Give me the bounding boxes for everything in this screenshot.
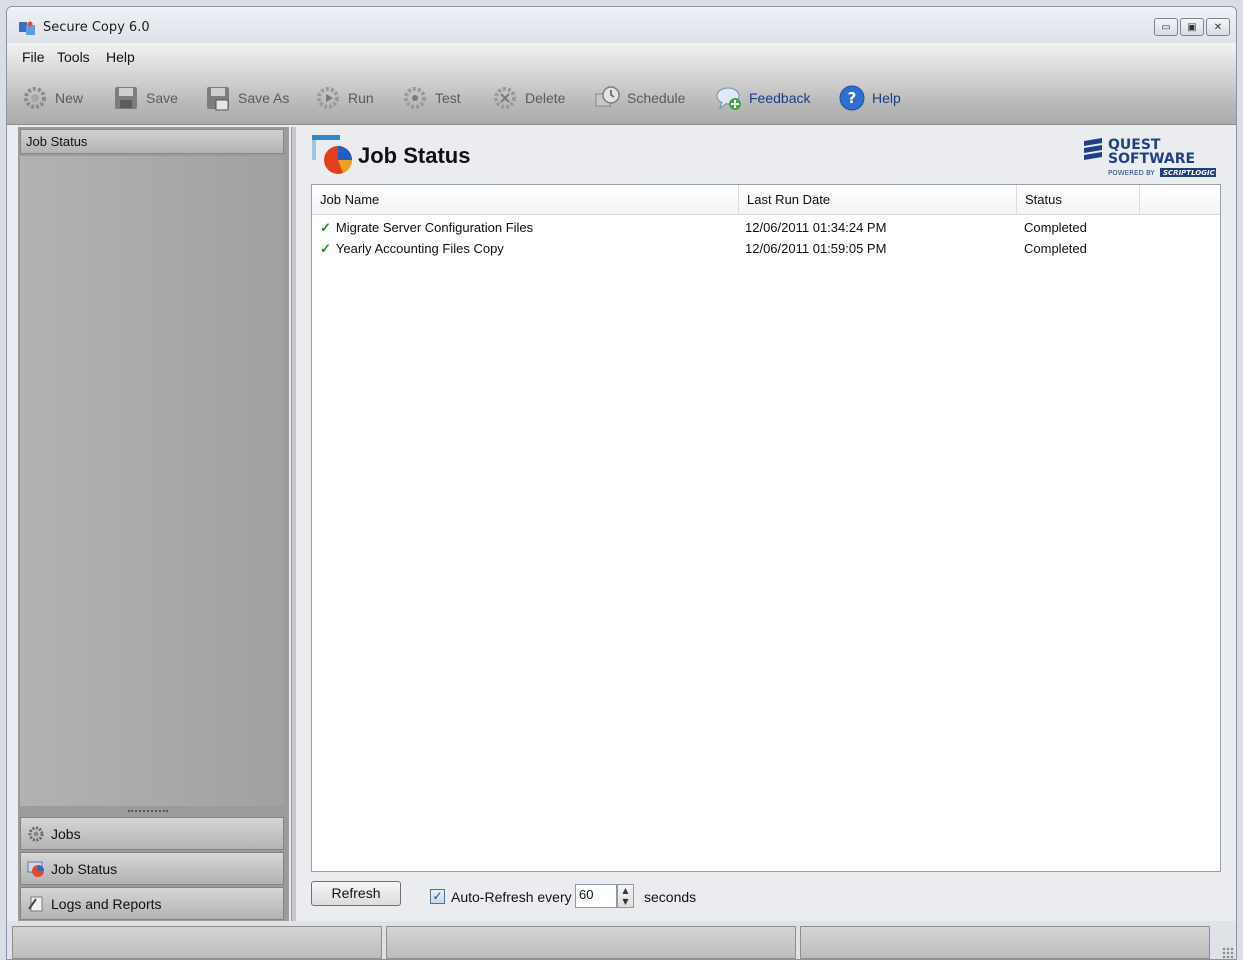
column-job-name[interactable]: Job Name — [312, 185, 739, 214]
menu-bar: File Tools Help — [7, 43, 1236, 73]
job-status-table: Job Name Last Run Date Status ✓ Migrate S… — [311, 184, 1221, 872]
nav-jobs[interactable]: Jobs — [20, 817, 284, 850]
resize-grip-icon[interactable] — [1222, 947, 1234, 959]
quest-software-logo: QUEST SOFTWARE POWERED BY SCRIPTLOGIC — [1084, 137, 1216, 177]
feedback-speech-icon — [716, 87, 741, 110]
column-last-run-date[interactable]: Last Run Date — [739, 185, 1017, 214]
svg-text:POWERED BY: POWERED BY — [1108, 169, 1155, 177]
last-run-date: 12/06/2011 01:59:05 PM — [745, 241, 887, 256]
navigation-panel: Job Status Jobs Job Status Logs and Repo… — [18, 127, 289, 921]
job-status: Completed — [1024, 241, 1087, 256]
menu-tools[interactable]: Tools — [57, 49, 90, 65]
title-bar: Secure Copy 6.0 ▭ ▣ ✕ — [7, 7, 1236, 43]
new-button[interactable]: New — [21, 83, 83, 113]
status-pane-1 — [12, 926, 382, 959]
job-status-icon — [312, 135, 352, 174]
job-status-view: Job Status QUEST SOFTWARE POWERED BY SCR… — [300, 127, 1232, 921]
save-as-icon — [207, 87, 229, 111]
status-bar — [7, 921, 1236, 959]
svg-text:?: ? — [848, 89, 857, 107]
clock-icon — [595, 86, 620, 107]
minimize-button[interactable]: ▭ — [1154, 18, 1178, 36]
gear-icon — [24, 87, 46, 109]
maximize-button[interactable]: ▣ — [1180, 18, 1204, 36]
job-name: Migrate Server Configuration Files — [335, 220, 534, 235]
help-button[interactable]: ? Help — [838, 83, 901, 113]
floppy-disk-icon — [115, 87, 137, 109]
save-button[interactable]: Save — [112, 83, 178, 113]
svg-text:SCRIPTLOGIC: SCRIPTLOGIC — [1163, 169, 1216, 177]
table-row[interactable]: ✓ Yearly Accounting Files Copy 12/06/2011… — [312, 238, 1220, 259]
svg-text:SOFTWARE: SOFTWARE — [1108, 151, 1195, 167]
delete-gear-icon — [494, 87, 516, 109]
panel-resize-grip[interactable] — [128, 810, 168, 814]
app-window: Secure Copy 6.0 ▭ ▣ ✕ File Tools Help Ne… — [6, 6, 1237, 960]
window-title: Secure Copy 6.0 — [43, 20, 150, 35]
run-gear-icon — [317, 87, 339, 109]
last-run-date: 12/06/2011 01:34:24 PM — [745, 220, 887, 235]
status-pane-2 — [386, 926, 796, 959]
auto-refresh-checkbox[interactable]: ✓ — [430, 889, 445, 904]
table-row[interactable]: ✓ Migrate Server Configuration Files 12/0… — [312, 217, 1220, 238]
logs-report-icon — [28, 896, 43, 911]
nav-logs-reports[interactable]: Logs and Reports — [20, 887, 284, 920]
page-title: Job Status — [358, 143, 471, 168]
delete-button[interactable]: Delete — [491, 83, 565, 113]
panel-header: Job Status — [20, 129, 284, 154]
feedback-button[interactable]: Feedback — [715, 83, 810, 113]
checkmark-icon: ✓ — [320, 220, 331, 235]
status-pane-3 — [800, 926, 1210, 959]
gear-icon — [28, 826, 44, 841]
auto-refresh-label: Auto-Refresh every — [451, 889, 572, 905]
help-icon: ? — [839, 85, 865, 111]
job-status: Completed — [1024, 220, 1087, 235]
app-icon — [19, 21, 35, 35]
test-gear-icon — [404, 87, 426, 109]
nav-job-status[interactable]: Job Status — [20, 852, 284, 885]
menu-file[interactable]: File — [22, 49, 45, 65]
job-status-icon — [27, 861, 44, 877]
toolbar: New Save Save As Run Test Delete Schedul… — [7, 73, 1236, 125]
refresh-button[interactable]: Refresh — [311, 881, 401, 906]
schedule-button[interactable]: Schedule — [593, 83, 685, 113]
column-status[interactable]: Status — [1017, 185, 1140, 214]
refresh-interval-input[interactable]: 60 — [575, 884, 617, 908]
test-button[interactable]: Test — [401, 83, 461, 113]
table-header: Job Name Last Run Date Status — [312, 185, 1220, 215]
panel-body — [20, 156, 284, 806]
menu-help[interactable]: Help — [106, 49, 135, 65]
refresh-interval-spinner[interactable]: ▲ ▼ — [617, 884, 634, 908]
job-name: Yearly Accounting Files Copy — [335, 241, 504, 256]
close-button[interactable]: ✕ — [1206, 18, 1230, 36]
save-as-button[interactable]: Save As — [204, 83, 289, 113]
panel-splitter[interactable] — [291, 127, 296, 921]
checkmark-icon: ✓ — [320, 241, 331, 256]
seconds-label: seconds — [644, 889, 697, 905]
run-button[interactable]: Run — [314, 83, 374, 113]
